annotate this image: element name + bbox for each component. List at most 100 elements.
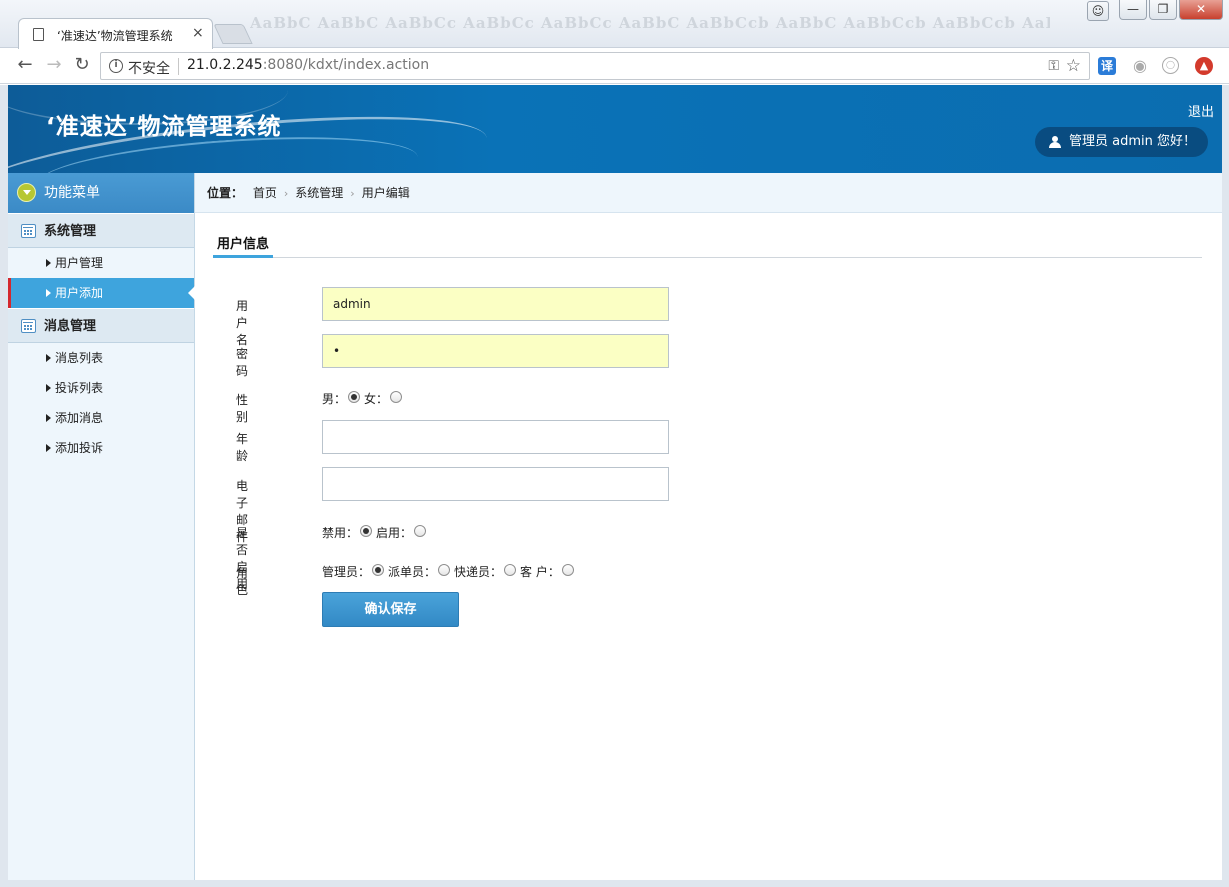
role-radio-group: 管理员： 派单员： 快递员： 客 户： — [322, 563, 578, 580]
tab-bar: 用户信息 — [213, 213, 1202, 258]
breadcrumb-label: 位置： — [207, 186, 244, 200]
breadcrumb-system[interactable]: 系统管理 — [295, 186, 343, 200]
radio-label-admin: 管理员： — [322, 565, 371, 579]
sidebar-item-user-management[interactable]: 用户管理 — [8, 248, 194, 278]
group-label: 系统管理 — [44, 224, 97, 239]
password-label: 密码 — [236, 347, 249, 378]
radio-label-customer: 客 户： — [520, 565, 560, 579]
translate-icon[interactable]: 译 — [1098, 57, 1116, 75]
caret-right-icon — [46, 354, 51, 362]
address-divider — [178, 58, 179, 75]
url-path: :8080/kdxt/index.action — [262, 57, 430, 73]
chevron-right-icon: › — [350, 187, 355, 200]
window-border-bottom — [0, 880, 1229, 887]
gender-label: 性别 — [236, 393, 249, 424]
group-label: 消息管理 — [44, 319, 97, 334]
sidebar-item-label: 添加投诉 — [55, 441, 104, 455]
age-label: 年龄 — [236, 432, 249, 463]
radio-label-enabled: 启用： — [376, 526, 413, 540]
sidebar-group-system[interactable]: 系统管理 — [8, 213, 194, 248]
user-icon — [1049, 136, 1061, 148]
role-admin-radio[interactable] — [372, 563, 385, 576]
not-secure-label[interactable]: 不安全 — [128, 58, 170, 78]
caret-right-icon — [46, 289, 51, 297]
disabled-radio[interactable] — [360, 524, 373, 537]
sidebar-item-add-message[interactable]: 添加消息 — [8, 403, 194, 433]
sidebar-item-user-add[interactable]: 用户添加 — [8, 278, 195, 308]
chevron-right-icon: › — [283, 187, 289, 200]
sidebar: 功能菜单 系统管理 用户管理 用户添加 消息管理 消息列表 投诉列表 添加消息 … — [8, 173, 195, 880]
tab-user-info[interactable]: 用户信息 — [213, 233, 274, 258]
gender-male-radio[interactable] — [348, 390, 361, 403]
address-bar[interactable]: i 不安全 21.0.2.245:8080/kdxt/index.action … — [100, 52, 1090, 80]
caret-right-icon — [46, 384, 51, 392]
upload-extension-icon[interactable]: ▲ — [1195, 57, 1213, 75]
sidebar-group-messages[interactable]: 消息管理 — [8, 308, 194, 343]
role-customer-radio[interactable] — [561, 563, 574, 576]
sidebar-header: 功能菜单 — [8, 173, 194, 213]
star-icon[interactable]: ☆ — [1066, 56, 1081, 76]
radio-label-female: 女： — [364, 392, 389, 406]
breadcrumb-current: 用户编辑 — [361, 186, 410, 200]
back-arrow-icon[interactable]: ← — [14, 55, 36, 77]
tab-close-icon[interactable]: × — [192, 25, 204, 41]
sidebar-item-label: 用户管理 — [55, 256, 104, 270]
email-input[interactable] — [322, 467, 669, 501]
caret-right-icon — [46, 414, 51, 422]
user-greeting: 管理员 admin 您好！ — [1035, 127, 1208, 157]
logout-link[interactable]: 退出 — [1188, 101, 1214, 120]
browser-tab[interactable]: ‘准速达’物流管理系统 × — [18, 18, 213, 49]
password-input[interactable]: • — [322, 334, 669, 368]
new-tab-button[interactable] — [213, 24, 253, 44]
calendar-icon — [21, 319, 36, 333]
radio-label-male: 男： — [322, 392, 347, 406]
radio-label-dispatcher: 派单员： — [388, 565, 437, 579]
role-dispatcher-radio[interactable] — [438, 563, 451, 576]
role-courier-radio[interactable] — [504, 563, 517, 576]
extension-icon[interactable]: ◯ — [1162, 57, 1179, 74]
key-icon[interactable]: ⚿ — [1048, 58, 1059, 74]
username-input[interactable] — [322, 287, 669, 321]
maximize-button[interactable]: ❐ — [1149, 0, 1177, 20]
url-text[interactable]: 21.0.2.245:8080/kdxt/index.action — [187, 57, 429, 73]
reload-icon[interactable]: ↻ — [71, 55, 93, 77]
caret-right-icon — [46, 444, 51, 452]
enabled-radio[interactable] — [414, 524, 427, 537]
breadcrumb-home[interactable]: 首页 — [253, 186, 277, 200]
gender-radio-group: 男： 女： — [322, 390, 406, 407]
close-window-button[interactable]: ✕ — [1179, 0, 1223, 20]
info-icon[interactable]: i — [109, 59, 123, 73]
sidebar-item-message-list[interactable]: 消息列表 — [8, 343, 194, 373]
window-border-right — [1222, 85, 1229, 880]
sidebar-item-label: 消息列表 — [55, 351, 104, 365]
sidebar-item-label: 投诉列表 — [55, 381, 104, 395]
system-title: ‘准速达’物流管理系统 — [46, 114, 282, 140]
minimize-button[interactable]: — — [1119, 0, 1147, 20]
username-label: 用户名 — [236, 299, 249, 347]
globe-icon[interactable]: ◉ — [1131, 57, 1149, 75]
role-label: 角色 — [236, 566, 249, 597]
browser-toolbar: ← → ↻ i 不安全 21.0.2.245:8080/kdxt/index.a… — [0, 49, 1229, 84]
calendar-icon — [21, 224, 36, 238]
tab-title: ‘准速达’物流管理系统 — [57, 29, 173, 43]
save-button[interactable]: 确认保存 — [322, 592, 459, 627]
breadcrumb: 位置： 首页 › 系统管理 › 用户编辑 — [195, 173, 1222, 213]
forward-arrow-icon[interactable]: → — [43, 55, 65, 77]
age-input[interactable] — [322, 420, 669, 454]
window-controls: ☺ — ❐ ✕ — [1087, 0, 1223, 22]
radio-label-disabled: 禁用： — [322, 526, 359, 540]
profile-icon[interactable]: ☺ — [1087, 1, 1109, 21]
caret-right-icon — [46, 259, 51, 267]
menu-toggle-icon[interactable] — [17, 183, 36, 202]
gender-female-radio[interactable] — [390, 390, 403, 403]
main-content: 位置： 首页›系统管理›用户编辑 用户信息 用户名 密码 • 性别 男： 女： … — [195, 173, 1222, 880]
sidebar-item-add-complaint[interactable]: 添加投诉 — [8, 433, 194, 463]
sidebar-item-label: 添加消息 — [55, 411, 104, 425]
enabled-radio-group: 禁用： 启用： — [322, 524, 430, 541]
sidebar-title: 功能菜单 — [44, 185, 100, 201]
window-border-left — [0, 85, 8, 880]
app-header: ‘准速达’物流管理系统 退出 管理员 admin 您好！ — [8, 85, 1222, 173]
sidebar-item-complaint-list[interactable]: 投诉列表 — [8, 373, 194, 403]
background-decoration: AaBbC AaBbC AaBbCc AaBbCc AaBbCc AaBbC A… — [250, 14, 1050, 32]
page-icon — [33, 28, 44, 41]
